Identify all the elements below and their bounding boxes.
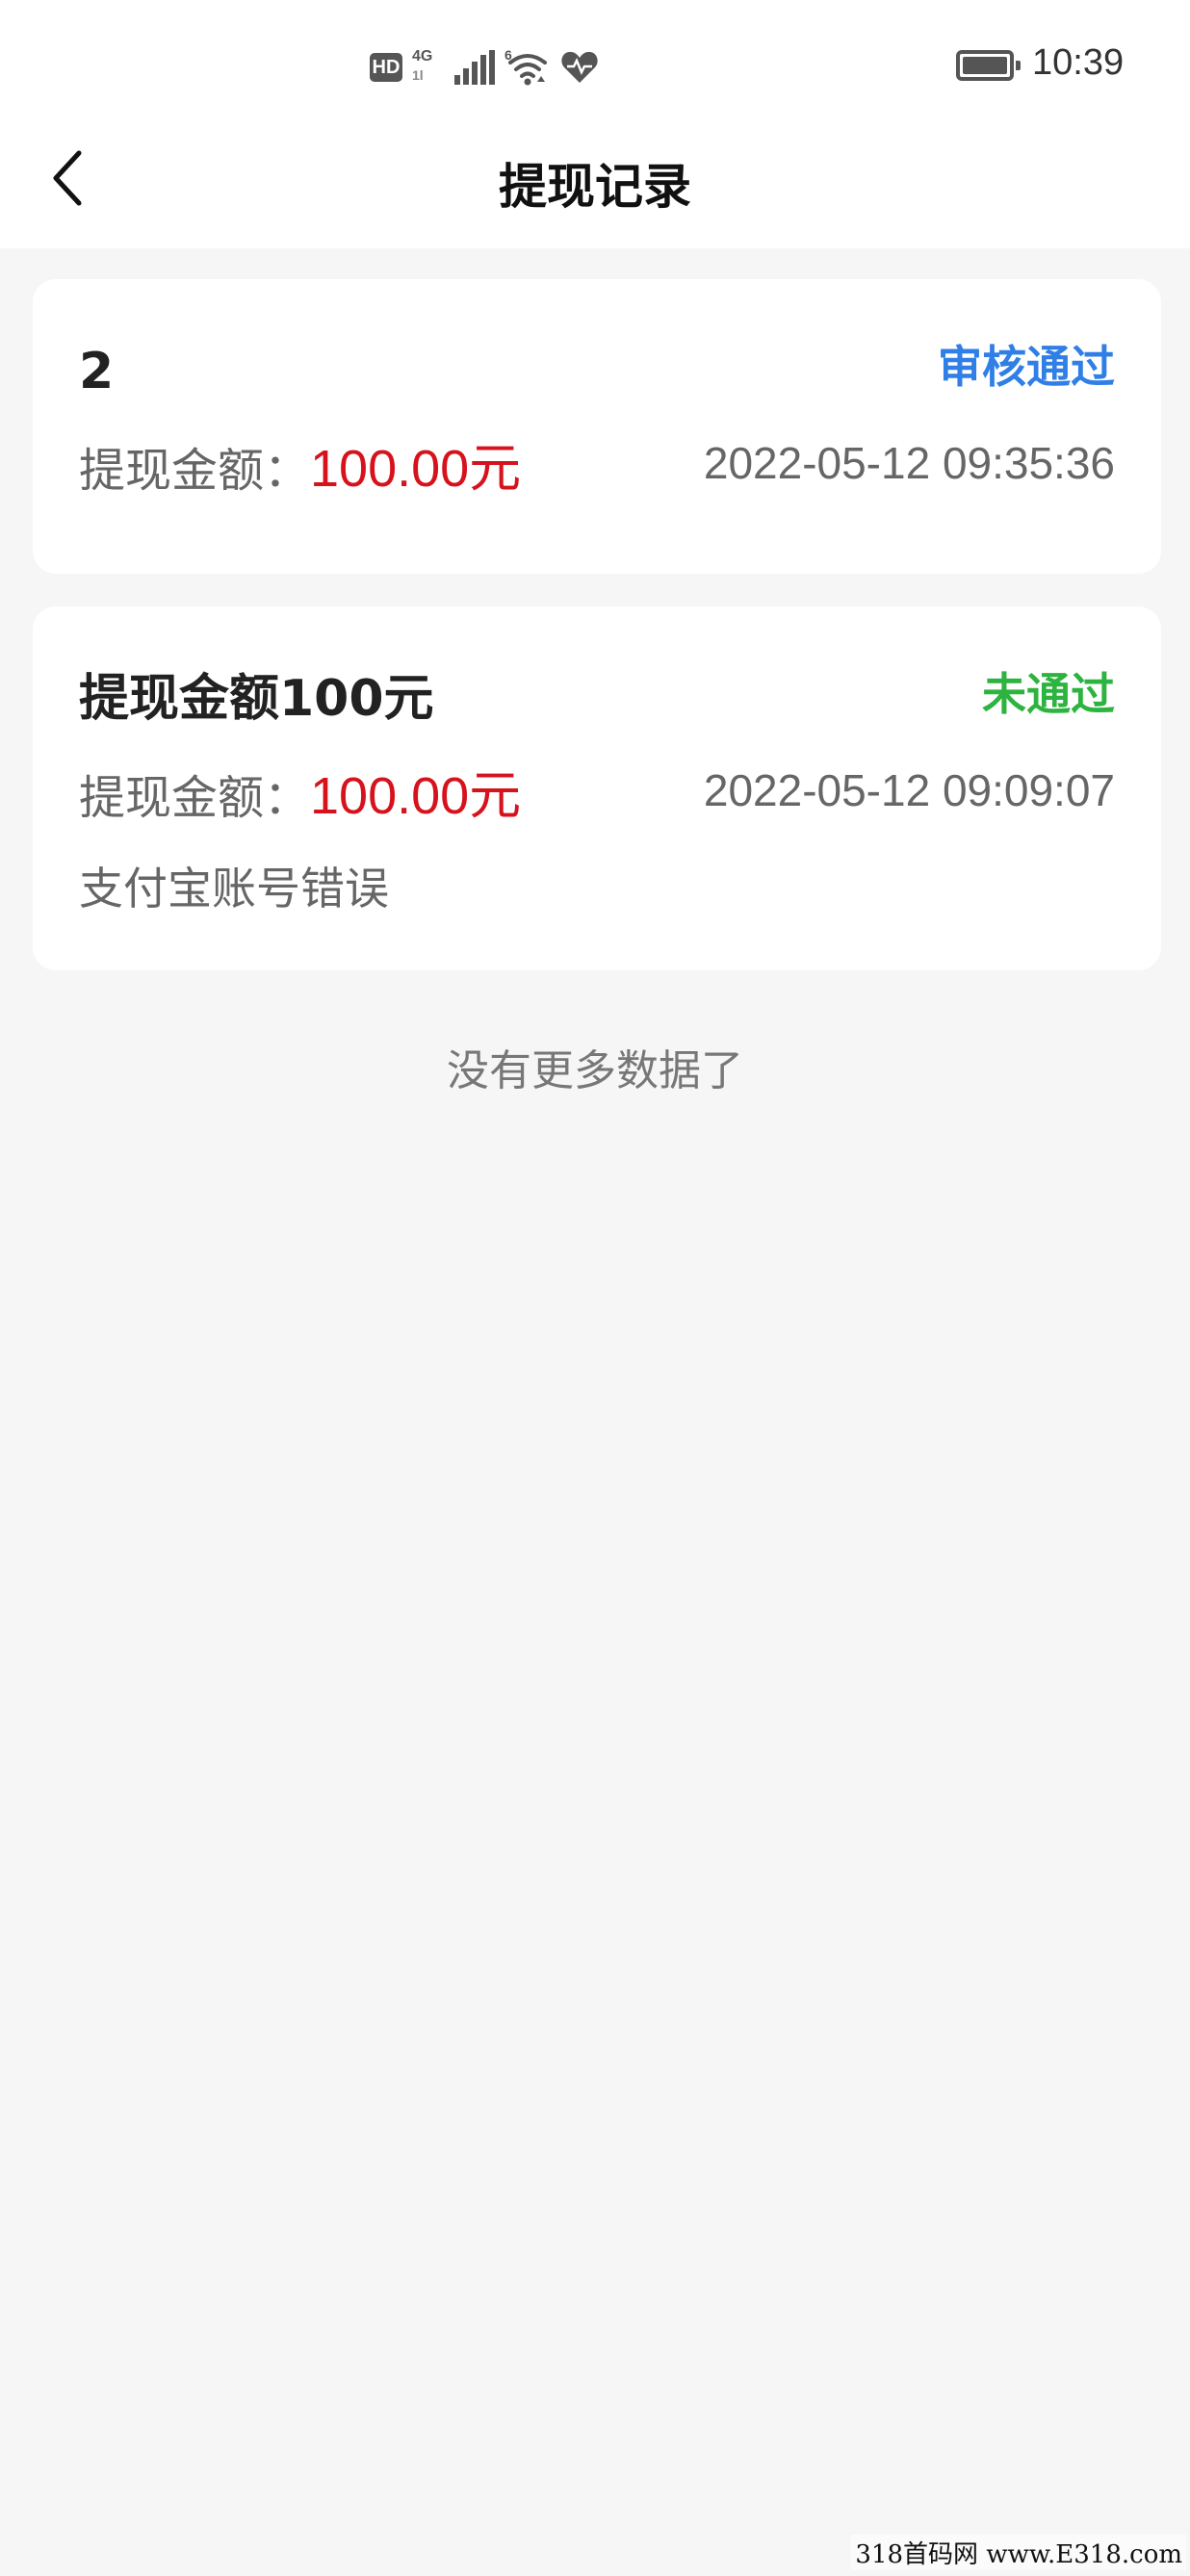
record-reject-reason: 支付宝账号错误 [79, 863, 389, 914]
hd-icon: HD [370, 53, 402, 82]
record-status: 审核通过 [938, 341, 1115, 393]
page-title: 提现记录 [499, 159, 691, 215]
status-time: 10:39 [1032, 42, 1125, 83]
withdraw-record-list: 2 审核通过 提现金额：100.00元 2022-05-12 09:35:36 … [33, 279, 1161, 1003]
watermark: 318首码网 www.E318.com [851, 2535, 1186, 2570]
hd-label: HD [372, 56, 401, 78]
battery-icon [956, 50, 1021, 81]
record-time: 2022-05-12 09:35:36 [703, 438, 1115, 488]
signal-icon [454, 50, 495, 85]
nav-bar: 提现记录 [0, 116, 1190, 248]
4g-icon: 4G 1l [412, 48, 445, 87]
record-amount-value: 100.00元 [310, 440, 522, 498]
status-icons: HD 4G 1l 6 [370, 44, 599, 90]
wifi-icon: 6 [504, 47, 551, 88]
record-card[interactable]: 2 审核通过 提现金额：100.00元 2022-05-12 09:35:36 [33, 279, 1161, 574]
network-sub: 1l [412, 67, 424, 83]
network-type: 4G [412, 48, 433, 64]
no-more-data-text: 没有更多数据了 [447, 1046, 743, 1095]
record-time: 2022-05-12 09:09:07 [703, 765, 1115, 815]
record-amount-label: 提现金额： [79, 444, 311, 498]
record-amount-row: 提现金额：100.00元 [79, 443, 521, 495]
record-status: 未通过 [982, 668, 1115, 720]
record-title: 提现金额100元 [79, 670, 434, 728]
record-amount-row: 提现金额：100.00元 [79, 770, 521, 822]
record-amount-label: 提现金额： [79, 771, 311, 825]
heart-health-icon [560, 50, 599, 85]
record-card[interactable]: 提现金额100元 未通过 提现金额：100.00元 2022-05-12 09:… [33, 606, 1161, 970]
record-amount-value: 100.00元 [310, 767, 522, 825]
record-title: 2 [79, 343, 115, 400]
status-bar: HD 4G 1l 6 10:39 [0, 0, 1190, 133]
